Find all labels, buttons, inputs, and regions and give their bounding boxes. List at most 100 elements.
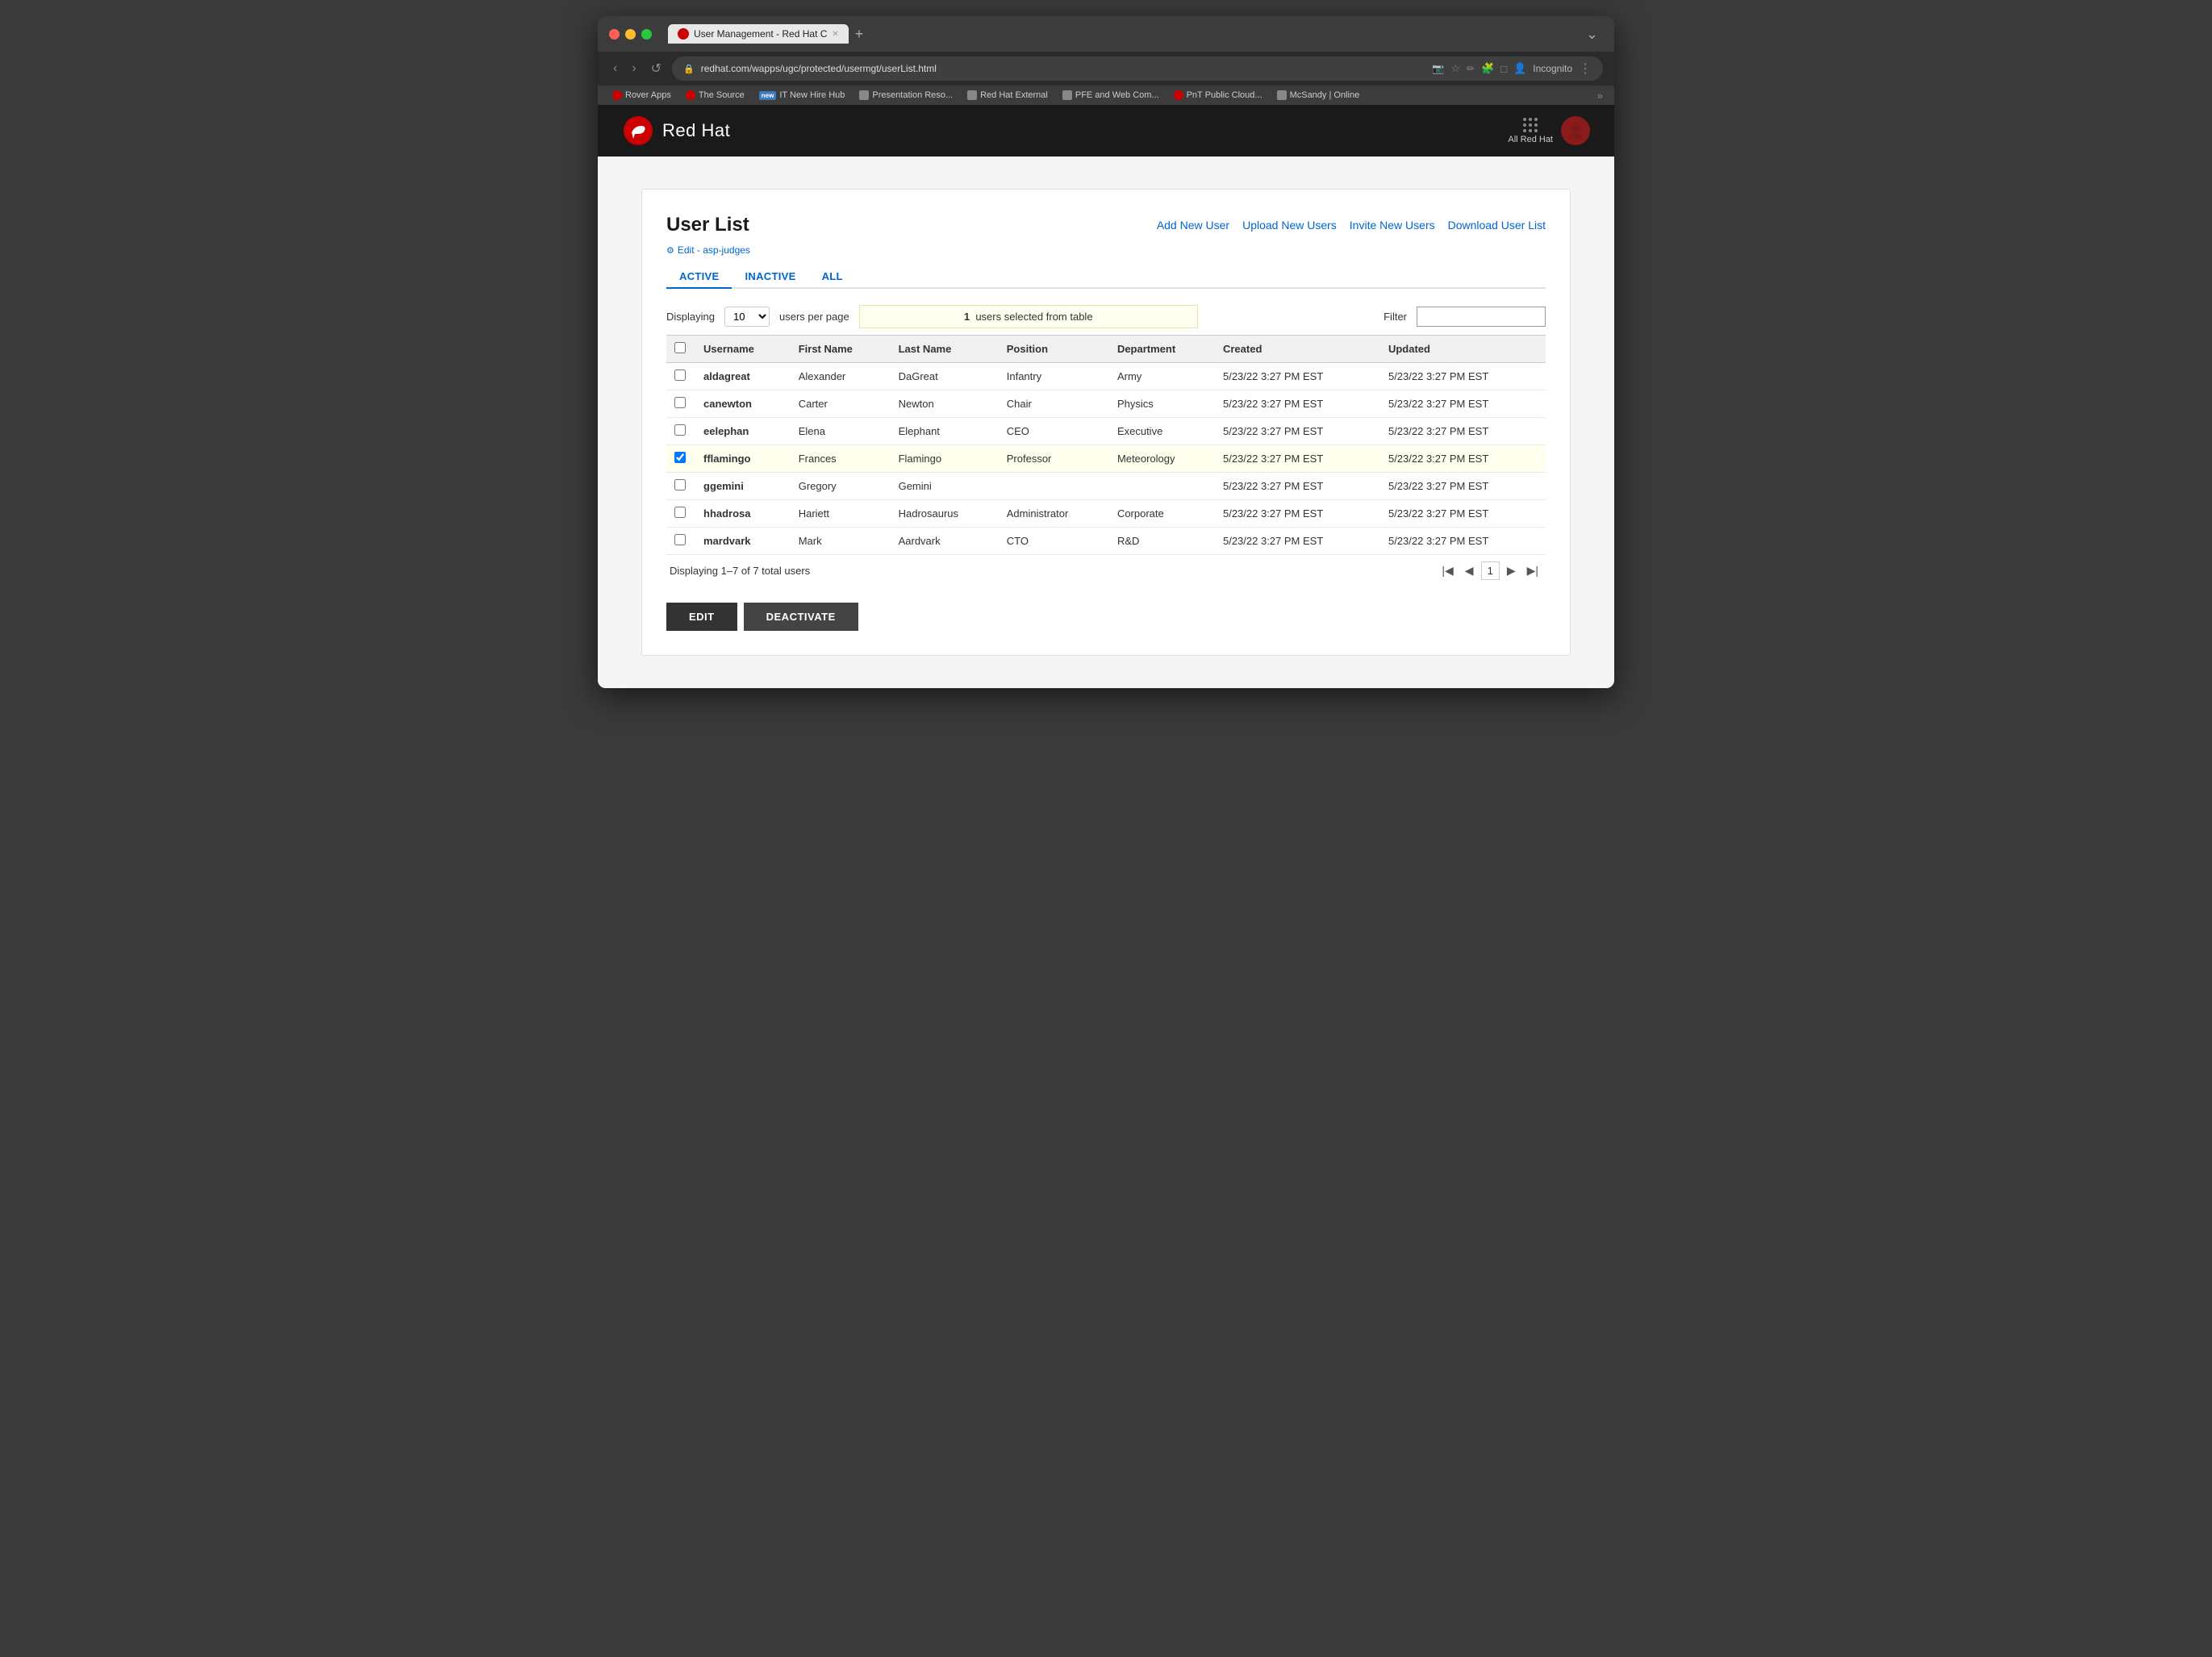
reload-button[interactable]: ↺ — [647, 59, 666, 78]
cell-created: 5/23/22 3:27 PM EST — [1215, 418, 1380, 445]
folder-icon — [1277, 90, 1287, 100]
prev-page-button[interactable]: ◀ — [1461, 561, 1478, 580]
cell-firstname: Carter — [791, 390, 891, 418]
cell-created: 5/23/22 3:27 PM EST — [1215, 363, 1380, 390]
url-box[interactable]: 🔒 redhat.com/wapps/ugc/protected/usermgt… — [672, 56, 1603, 81]
maximize-button[interactable] — [641, 29, 652, 40]
col-updated: Updated — [1380, 336, 1546, 363]
bookmark-it-new-hire[interactable]: new IT New Hire Hub — [756, 89, 849, 102]
row-checkbox[interactable] — [674, 397, 686, 408]
url-icons: 📷 ☆ ✏ 🧩 □ 👤 Incognito ⋮ — [1432, 61, 1592, 77]
main-content-area: User List Add New User Upload New Users … — [641, 189, 1571, 656]
avatar-icon — [1566, 121, 1585, 140]
bookmark-mcsandy[interactable]: McSandy | Online — [1274, 89, 1363, 102]
cell-lastname: Aardvark — [891, 528, 999, 555]
per-page-select[interactable]: 10 25 50 100 — [724, 307, 770, 327]
table-row: mardvark Mark Aardvark CTO R&D 5/23/22 3… — [666, 528, 1546, 555]
col-position: Position — [999, 336, 1109, 363]
rh-logo: Red Hat — [622, 115, 730, 147]
minimize-button[interactable] — [625, 29, 636, 40]
back-button[interactable]: ‹ — [609, 60, 621, 77]
chrome-menu-icon[interactable]: ⋮ — [1579, 61, 1592, 77]
bookmark-red-hat-external[interactable]: Red Hat External — [964, 89, 1051, 102]
cell-firstname: Gregory — [791, 473, 891, 500]
col-created: Created — [1215, 336, 1380, 363]
filter-input[interactable] — [1417, 307, 1546, 327]
next-page-button[interactable]: ▶ — [1503, 561, 1520, 580]
bookmark-label: Red Hat External — [980, 90, 1048, 100]
tabs-row: ACTIVE INACTIVE ALL — [666, 265, 1546, 289]
all-rh-menu[interactable]: All Red Hat — [1508, 118, 1553, 144]
cell-lastname: Elephant — [891, 418, 999, 445]
tab-active[interactable]: ACTIVE — [666, 265, 732, 289]
cell-lastname: Flamingo — [891, 445, 999, 473]
table-row: ggemini Gregory Gemini 5/23/22 3:27 PM E… — [666, 473, 1546, 500]
bookmark-presentation[interactable]: Presentation Reso... — [856, 89, 956, 102]
red-hat-icon — [1174, 90, 1183, 100]
cell-updated: 5/23/22 3:27 PM EST — [1380, 528, 1546, 555]
close-button[interactable] — [609, 29, 620, 40]
row-checkbox[interactable] — [674, 534, 686, 545]
extensions-icon[interactable]: 🧩 — [1481, 62, 1494, 75]
active-tab[interactable]: User Management - Red Hat C ✕ — [668, 24, 849, 44]
last-page-button[interactable]: ▶| — [1523, 561, 1542, 580]
cell-created: 5/23/22 3:27 PM EST — [1215, 445, 1380, 473]
tab-all[interactable]: ALL — [809, 265, 856, 289]
cell-username: hhadrosa — [695, 500, 791, 528]
cell-position: Chair — [999, 390, 1109, 418]
cell-department: Physics — [1109, 390, 1215, 418]
user-avatar[interactable] — [1561, 116, 1590, 145]
cell-username: eelephan — [695, 418, 791, 445]
row-checkbox[interactable] — [674, 369, 686, 381]
current-page: 1 — [1481, 561, 1500, 580]
row-checkbox-cell — [666, 500, 695, 528]
bookmark-pfe[interactable]: PFE and Web Com... — [1059, 89, 1162, 102]
cell-username: fflamingo — [695, 445, 791, 473]
star-icon[interactable]: ☆ — [1450, 62, 1460, 75]
filter-label: Filter — [1384, 311, 1407, 323]
selected-banner: 1 users selected from table — [859, 305, 1198, 328]
settings-icon: ⚙ — [666, 245, 674, 256]
cell-department — [1109, 473, 1215, 500]
bookmark-the-source[interactable]: The Source — [682, 89, 748, 102]
edit-link-text: Edit - asp-judges — [678, 244, 750, 256]
row-checkbox[interactable] — [674, 424, 686, 436]
pagination: |◀ ◀ 1 ▶ ▶| — [1438, 561, 1542, 580]
row-checkbox[interactable] — [674, 479, 686, 490]
incognito-label: Incognito — [1533, 63, 1572, 74]
col-department: Department — [1109, 336, 1215, 363]
add-new-user-link[interactable]: Add New User — [1157, 219, 1229, 232]
invite-new-users-link[interactable]: Invite New Users — [1350, 219, 1435, 232]
row-checkbox[interactable] — [674, 452, 686, 463]
download-user-list-link[interactable]: Download User List — [1448, 219, 1546, 232]
edit-button[interactable]: EDIT — [666, 603, 737, 631]
first-page-button[interactable]: |◀ — [1438, 561, 1457, 580]
profile-icon[interactable]: 👤 — [1513, 62, 1526, 75]
select-all-checkbox[interactable] — [674, 342, 686, 353]
cell-updated: 5/23/22 3:27 PM EST — [1380, 500, 1546, 528]
folder-icon — [967, 90, 977, 100]
bookmark-pnt[interactable]: PnT Public Cloud... — [1171, 89, 1266, 102]
tab-inactive[interactable]: INACTIVE — [732, 265, 808, 289]
cell-department: R&D — [1109, 528, 1215, 555]
more-bookmarks-icon[interactable]: » — [1597, 90, 1603, 102]
select-all-header — [666, 336, 695, 363]
bookmark-rover-apps[interactable]: Rover Apps — [609, 89, 674, 102]
cell-created: 5/23/22 3:27 PM EST — [1215, 500, 1380, 528]
cell-lastname: Newton — [891, 390, 999, 418]
rh-logo-text: Red Hat — [662, 120, 730, 141]
cell-updated: 5/23/22 3:27 PM EST — [1380, 363, 1546, 390]
edit-link[interactable]: ⚙ Edit - asp-judges — [666, 244, 1546, 256]
browser-menu-icon[interactable]: ⌄ — [1586, 26, 1603, 43]
url-text: redhat.com/wapps/ugc/protected/usermgt/u… — [701, 63, 937, 74]
forward-button[interactable]: › — [628, 60, 640, 77]
new-tab-button[interactable]: + — [852, 26, 867, 43]
upload-new-users-link[interactable]: Upload New Users — [1242, 219, 1337, 232]
traffic-lights — [609, 29, 652, 40]
row-checkbox[interactable] — [674, 507, 686, 518]
cell-position: Administrator — [999, 500, 1109, 528]
redhat-logo-icon — [622, 115, 654, 147]
tab-close-button[interactable]: ✕ — [832, 30, 838, 39]
deactivate-button[interactable]: DEACTIVATE — [744, 603, 858, 631]
lock-icon: 🔒 — [683, 64, 695, 74]
